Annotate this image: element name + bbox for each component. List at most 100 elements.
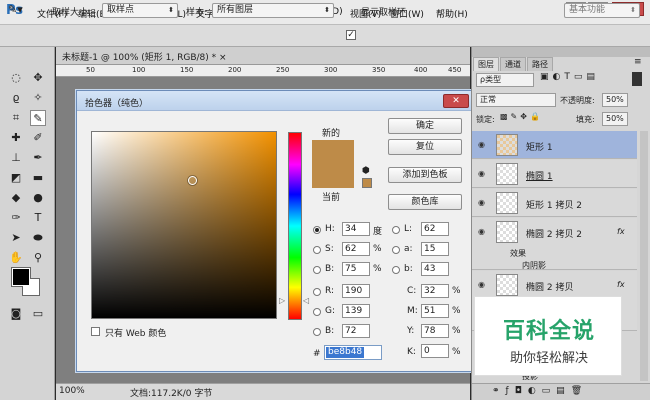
history-brush-icon[interactable]: ✒ xyxy=(30,150,46,166)
brush-tool-icon[interactable]: ✐ xyxy=(30,130,46,146)
cube-icon[interactable]: ⬢ xyxy=(362,166,370,176)
new-color-swatch xyxy=(312,140,354,164)
quick-mask-icon[interactable]: ◙ xyxy=(8,306,24,322)
hue-slider-right-arrow-icon[interactable]: ◁ xyxy=(303,296,309,305)
watermark-title: 百科全说 xyxy=(502,319,595,344)
b-label: B: xyxy=(325,264,335,274)
layer-kind-filter[interactable]: ρ类型 xyxy=(476,73,534,87)
filter-icons[interactable]: ▣◐T▭▤ xyxy=(540,72,599,82)
g-input[interactable]: 139 xyxy=(342,304,370,318)
quick-select-tool-icon[interactable]: ✧ xyxy=(30,90,46,106)
pen-tool-icon[interactable]: ✑ xyxy=(8,210,24,226)
eye-icon[interactable]: ◉ xyxy=(478,198,485,207)
y-input[interactable]: 78 xyxy=(421,324,449,338)
blend-mode-select[interactable]: 正常 xyxy=(476,93,556,107)
eye-icon[interactable]: ◉ xyxy=(478,227,485,236)
m-input[interactable]: 51 xyxy=(421,304,449,318)
s-radio[interactable] xyxy=(313,246,321,254)
eye-icon[interactable]: ◉ xyxy=(478,280,485,289)
eye-icon[interactable]: ◉ xyxy=(478,140,485,149)
fx-icon[interactable]: fx xyxy=(617,280,625,289)
marquee-tool-icon[interactable]: ◌ xyxy=(8,70,24,86)
l-input[interactable]: 62 xyxy=(421,222,449,236)
web-safe-swatch[interactable] xyxy=(362,178,372,188)
k-input[interactable]: 0 xyxy=(421,344,449,358)
blue-input[interactable]: 72 xyxy=(342,324,370,338)
h-radio[interactable] xyxy=(313,226,321,234)
close-icon[interactable]: × xyxy=(219,53,227,63)
color-field-cursor-icon[interactable] xyxy=(188,176,197,185)
fx-icon[interactable]: fx xyxy=(617,227,625,236)
layer-row[interactable]: ◉ 椭圆 2 拷贝 2 fx 效果 内阴影 xyxy=(472,218,637,270)
lab-b-input[interactable]: 43 xyxy=(421,262,449,276)
b-input[interactable]: 75 xyxy=(342,262,370,276)
shape-tool-icon[interactable]: ⬬ xyxy=(30,230,46,246)
show-ring-checkbox[interactable]: ✓ xyxy=(346,30,356,40)
r-radio[interactable] xyxy=(313,288,321,296)
zoom-level[interactable]: 100% xyxy=(59,386,85,396)
zoom-tool-icon[interactable]: ⚲ xyxy=(30,250,46,266)
stamp-tool-icon[interactable]: ⊥ xyxy=(8,150,24,166)
move-tool-icon[interactable]: ✥ xyxy=(30,70,46,86)
g-radio[interactable] xyxy=(313,308,321,316)
panel-menu-icon[interactable]: ≡ xyxy=(634,57,642,67)
sample-size-label: 取样大小: xyxy=(52,8,92,18)
ok-button[interactable]: 确定 xyxy=(388,118,462,134)
web-only-checkbox[interactable] xyxy=(91,327,100,336)
type-tool-icon[interactable]: T xyxy=(30,210,46,226)
fill-input[interactable]: 50% xyxy=(602,112,628,126)
layer-row[interactable]: ◉ 矩形 1 拷贝 2 xyxy=(472,189,637,217)
s-input[interactable]: 62 xyxy=(342,242,370,256)
layers-footer-icons[interactable]: ⚭ƒ◘◐▭▤🗑 xyxy=(472,383,650,400)
layer-thumbnail xyxy=(496,163,518,185)
opacity-input[interactable]: 50% xyxy=(602,93,628,107)
color-field[interactable] xyxy=(91,131,277,319)
sample-size-select[interactable]: 取样点 ⬍ xyxy=(102,3,178,18)
reset-button[interactable]: 复位 xyxy=(388,139,462,155)
r-input[interactable]: 190 xyxy=(342,284,370,298)
l-radio[interactable] xyxy=(392,226,400,234)
layer-row[interactable]: ◉ 矩形 1 xyxy=(472,131,637,159)
eyedropper-tool-icon[interactable]: ✎▾ xyxy=(8,3,23,16)
ruler-mark: 450 xyxy=(448,66,462,74)
menu-help[interactable]: 帮助(H) xyxy=(436,7,468,20)
color-libraries-button[interactable]: 颜色库 xyxy=(388,194,462,210)
crop-tool-icon[interactable]: ⌗ xyxy=(8,110,24,126)
tab-paths[interactable]: 路径 xyxy=(527,57,553,71)
eraser-tool-icon[interactable]: ◩ xyxy=(8,170,24,186)
tab-channels[interactable]: 通道 xyxy=(500,57,526,71)
add-to-swatches-button[interactable]: 添加到色板 xyxy=(388,167,462,183)
hex-input[interactable]: be8b48 xyxy=(324,345,382,360)
eye-icon[interactable]: ◉ xyxy=(478,169,485,178)
sample-select[interactable]: 所有图层 ⬍ xyxy=(212,3,334,18)
gradient-tool-icon[interactable]: ▬ xyxy=(30,170,46,186)
lasso-tool-icon[interactable]: ϱ xyxy=(8,90,24,106)
dialog-close-button[interactable]: ✕ xyxy=(443,94,469,108)
filter-toggle[interactable] xyxy=(632,72,642,86)
path-select-icon[interactable]: ➤ xyxy=(8,230,24,246)
current-color-swatch[interactable] xyxy=(312,164,354,188)
blue-radio[interactable] xyxy=(313,328,321,336)
a-radio[interactable] xyxy=(392,246,400,254)
eyedropper-icon[interactable]: ✎ xyxy=(30,110,46,126)
dodge-tool-icon[interactable]: ● xyxy=(30,190,46,206)
layer-thumbnail xyxy=(496,221,518,243)
screen-mode-icon[interactable]: ▭ xyxy=(30,306,46,322)
a-input[interactable]: 15 xyxy=(421,242,449,256)
hand-tool-icon[interactable]: ✋ xyxy=(8,250,24,266)
workspace-select[interactable]: 基本功能 ⬍ xyxy=(564,3,640,18)
lab-b-radio[interactable] xyxy=(392,266,400,274)
blur-tool-icon[interactable]: ◆ xyxy=(8,190,24,206)
healing-brush-icon[interactable]: ✚ xyxy=(8,130,24,146)
tab-layers[interactable]: 图层 xyxy=(473,57,499,71)
hue-slider-left-arrow-icon[interactable]: ▷ xyxy=(279,296,285,305)
h-input[interactable]: 34 xyxy=(342,222,370,236)
lock-icons[interactable]: ▩✎✥🔒 xyxy=(500,112,543,121)
ruler-mark: 200 xyxy=(228,66,242,74)
hue-slider[interactable] xyxy=(288,132,302,320)
b-radio[interactable] xyxy=(313,266,321,274)
layers-scrollbar[interactable] xyxy=(640,131,648,381)
c-input[interactable]: 32 xyxy=(421,284,449,298)
layer-row[interactable]: ◉ 椭圆 1 xyxy=(472,160,637,188)
document-tab[interactable]: 未标题-1 @ 100% (矩形 1, RGB/8) * × xyxy=(62,50,227,63)
